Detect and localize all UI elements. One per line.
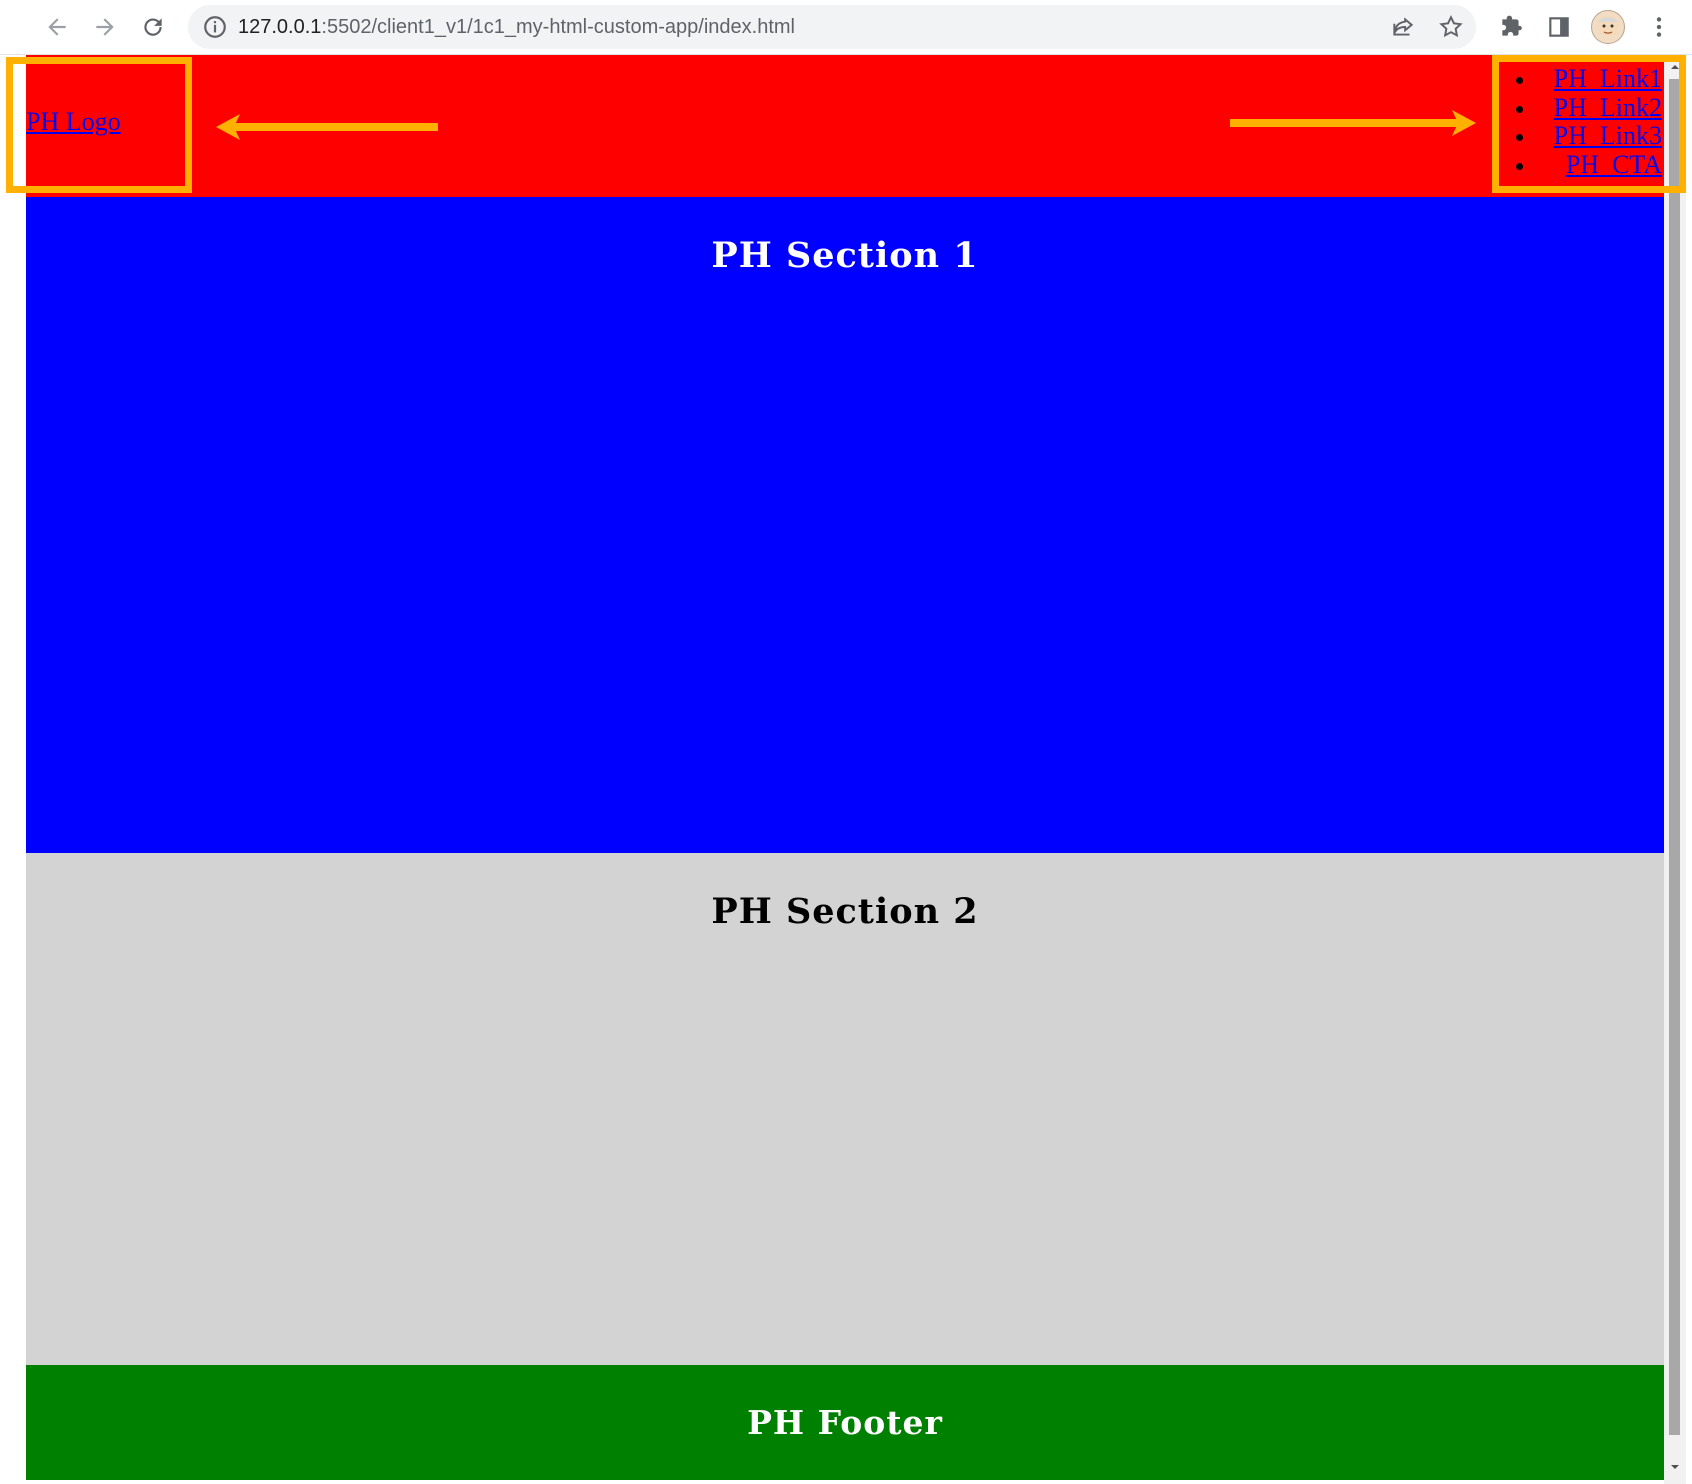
url-path: :5502/client1_v1/1c1_my-html-custom-app/… xyxy=(321,16,795,38)
scroll-thumb[interactable] xyxy=(1669,79,1680,1435)
scroll-down-icon[interactable] xyxy=(1669,1461,1681,1473)
more-menu-icon[interactable] xyxy=(1640,8,1678,46)
side-panel-icon[interactable] xyxy=(1540,8,1578,46)
browser-toolbar: 127.0.0.1:5502/client1_v1/1c1_my-html-cu… xyxy=(0,0,1692,55)
nav-highlight-box xyxy=(1492,55,1686,193)
vertical-scrollbar[interactable] xyxy=(1664,55,1686,1484)
url-text[interactable]: 127.0.0.1:5502/client1_v1/1c1_my-html-cu… xyxy=(238,5,795,49)
page-viewport: PH Logo PH_Link1 PH_Link2 PH_Link3 PH_CT… xyxy=(0,55,1692,1484)
logo-highlight-box xyxy=(6,57,192,193)
bookmark-star-icon[interactable] xyxy=(1438,14,1464,40)
extensions-icon[interactable] xyxy=(1492,8,1530,46)
url-host: 127.0.0.1 xyxy=(238,16,322,38)
site-footer: PH Footer xyxy=(26,1365,1664,1480)
forward-icon[interactable] xyxy=(86,8,124,46)
address-bar[interactable]: 127.0.0.1:5502/client1_v1/1c1_my-html-cu… xyxy=(188,5,1476,49)
back-icon[interactable] xyxy=(38,8,76,46)
section-2-title: PH Section 2 xyxy=(711,891,979,932)
section-1: PH Section 1 xyxy=(26,197,1664,853)
reload-icon[interactable] xyxy=(134,8,172,46)
profile-avatar[interactable] xyxy=(1591,10,1625,44)
footer-title: PH Footer xyxy=(747,1403,943,1442)
section-1-title: PH Section 1 xyxy=(711,235,979,276)
arrow-left-icon xyxy=(216,114,438,140)
section-2: PH Section 2 xyxy=(26,853,1664,1365)
arrow-right-icon xyxy=(1230,110,1476,136)
site-info-icon[interactable] xyxy=(202,14,228,40)
share-icon[interactable] xyxy=(1390,14,1416,40)
